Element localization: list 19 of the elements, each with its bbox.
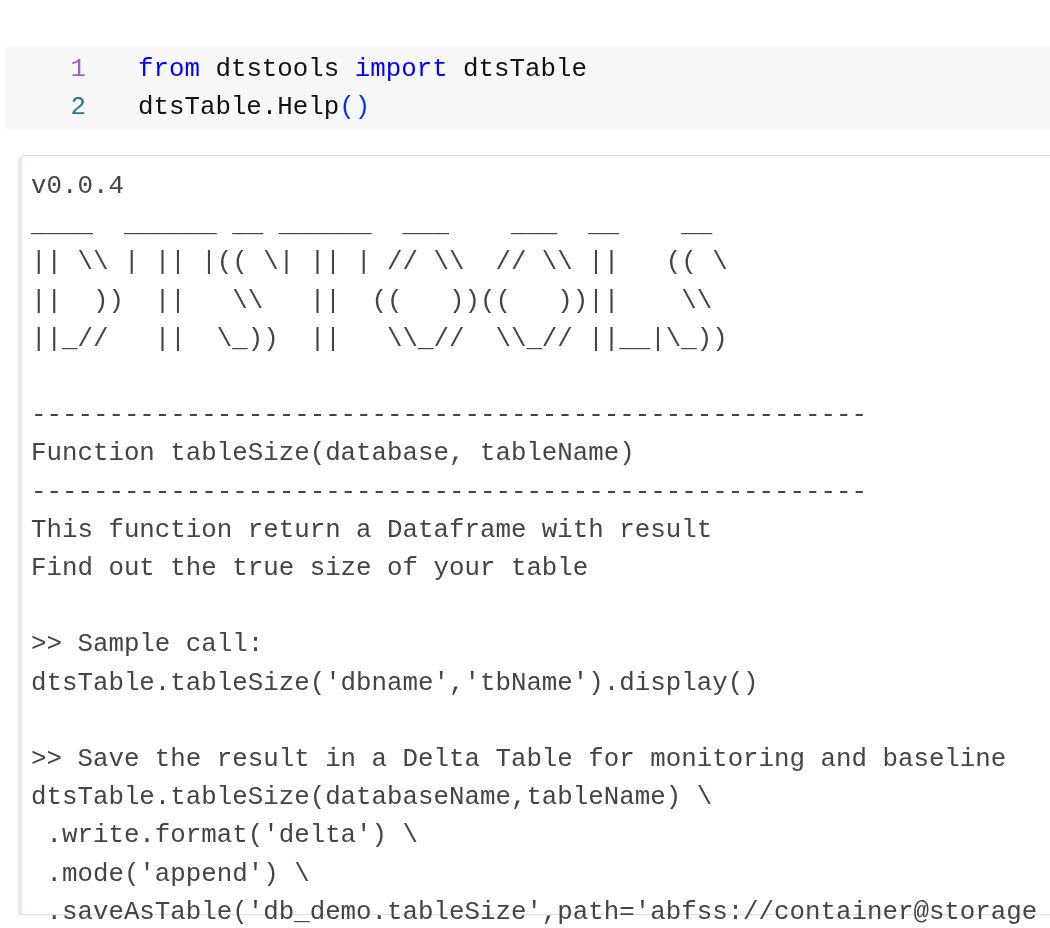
code-line: dtsTable.Help() bbox=[138, 92, 371, 122]
output-text: >> Sample call: bbox=[31, 629, 264, 662]
ascii-art: ____ ______ __ ______ ___ ___ __ __ || \\ | || |(( \| || | // \\ // \\ || (( \ || )) || \\ || (( ))(( ))|| \\ ||_// || \_)) || \\_// \\_// ||__|\_)) bbox=[31, 209, 728, 356]
output-text: dtsTable.tableSize('dbname','tbName').display() bbox=[31, 667, 759, 700]
output-text: ------------------------------------------------------ bbox=[31, 476, 867, 509]
output-text: ------------------------------------------------------ bbox=[31, 400, 867, 433]
output-text: .mode('append') \ bbox=[45, 858, 310, 891]
code-cell[interactable]: 1 from dtstools import dtsTable 2 dtsTable.Help() bbox=[6, 46, 1050, 130]
line-number: 1 bbox=[69, 54, 86, 84]
output-text: This function return a Dataframe with result bbox=[31, 514, 713, 547]
output-text: Function tableSize(database, tableName) bbox=[31, 438, 635, 471]
output-text: .write.format('delta') \ bbox=[45, 820, 419, 853]
line-number: 2 bbox=[69, 92, 86, 122]
code-line: from dtstools import dtsTable bbox=[138, 54, 587, 84]
output-text: .saveAsTable('db_demo.tableSize',path='abfss://container@storage bbox=[45, 896, 1038, 928]
output-text: Find out the true size of your table bbox=[31, 553, 589, 585]
output-text: >> Save the result in a Delta Table for monitoring and baseline bbox=[31, 744, 1007, 776]
output-text: v0.0.4 bbox=[31, 171, 124, 203]
output-text: dtsTable.tableSize(databaseName,tableName) \ bbox=[31, 782, 713, 815]
